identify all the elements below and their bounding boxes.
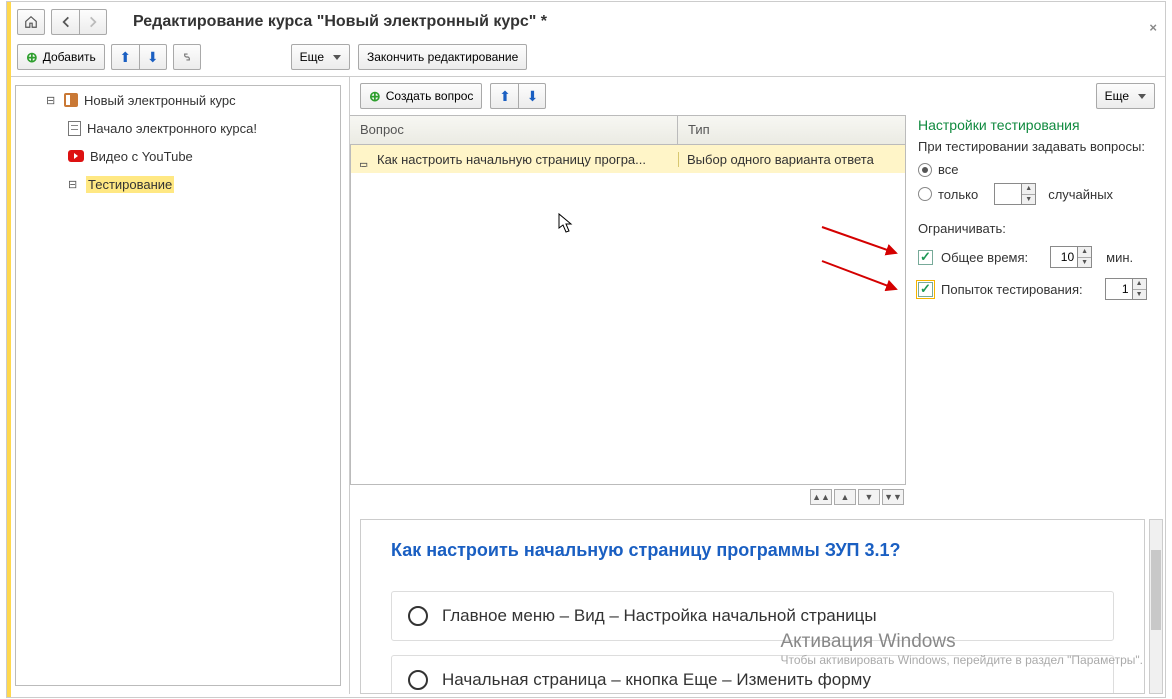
radio-icon (408, 606, 428, 626)
radio-all[interactable] (918, 163, 932, 177)
youtube-icon (68, 150, 84, 162)
question-down-button[interactable]: ⬇ (518, 83, 546, 109)
move-down-button[interactable]: ⬇ (139, 44, 167, 70)
collapse-icon[interactable]: ⊟ (46, 94, 58, 107)
close-button[interactable]: × (1149, 20, 1157, 35)
question-preview: Как настроить начальную страницу програм… (360, 519, 1145, 694)
right-more-button[interactable]: Еще (1096, 83, 1155, 109)
tree-item-testing[interactable]: ⊟ Тестирование (16, 170, 340, 198)
min-suffix: мин. (1106, 250, 1133, 265)
chk-attempts[interactable]: ✓ (918, 282, 933, 297)
total-time-input[interactable] (1050, 246, 1078, 268)
home-icon (24, 15, 38, 29)
chk-total-time[interactable]: ✓ (918, 250, 933, 265)
arrow-down-icon: ⬇ (147, 49, 159, 66)
collapse-icon[interactable]: ⊟ (68, 178, 80, 191)
arrow-down-icon: ⬇ (527, 88, 539, 105)
create-question-label: Создать вопрос (386, 89, 474, 103)
home-button[interactable] (17, 9, 45, 35)
tree-root-label: Новый электронный курс (84, 93, 236, 108)
tree-item-label: Тестирование (86, 176, 174, 193)
col-type[interactable]: Тип (678, 116, 906, 144)
total-time-spinner[interactable]: ▲▼ (1078, 246, 1092, 268)
preview-option-label: Начальная страница – кнопка Еще – Измени… (442, 670, 871, 690)
arrow-left-icon (59, 15, 73, 29)
settings-heading: Настройки тестирования (918, 117, 1157, 133)
tree-item-youtube[interactable]: Видео с YouTube (16, 142, 340, 170)
link-icon (180, 50, 194, 64)
right-more-label: Еще (1105, 89, 1129, 103)
tree-root[interactable]: ⊟ Новый электронный курс (16, 86, 340, 114)
question-row[interactable]: ⊟ Как настроить начальную страницу програ… (351, 145, 905, 173)
attempts-spinner[interactable]: ▲▼ (1133, 278, 1147, 300)
settings-subtitle: При тестировании задавать вопросы: (918, 139, 1157, 154)
random-suffix: случайных (1048, 187, 1113, 202)
preview-option-2[interactable]: Начальная страница – кнопка Еще – Измени… (391, 655, 1114, 694)
add-button[interactable]: ⊕ Добавить (17, 44, 105, 70)
question-up-button[interactable]: ⬆ (490, 83, 518, 109)
type-cell: Выбор одного варианта ответа (679, 152, 905, 167)
plus-icon: ⊕ (369, 89, 381, 103)
preview-question: Как настроить начальную страницу програм… (391, 540, 1114, 561)
left-more-label: Еще (300, 50, 324, 64)
page-icon (68, 121, 81, 136)
add-label: Добавить (43, 50, 96, 64)
attempts-input[interactable] (1105, 278, 1133, 300)
collapse-icon[interactable]: ⊟ (359, 160, 371, 167)
move-up-button[interactable]: ⬆ (111, 44, 139, 70)
question-cell: Как настроить начальную страницу програ.… (377, 152, 646, 167)
tree-item-label: Видео с YouTube (90, 149, 193, 164)
questions-grid[interactable]: ⊟ Как настроить начальную страницу програ… (350, 145, 906, 485)
back-button[interactable] (51, 9, 79, 35)
attempts-label: Попыток тестирования: (941, 282, 1083, 297)
radio-all-label: все (938, 162, 959, 177)
link-button[interactable] (173, 44, 201, 70)
forward-button[interactable] (79, 9, 107, 35)
scroll-down-button[interactable]: ▼ (858, 489, 880, 505)
random-count-spinner[interactable]: ▲▼ (1022, 183, 1036, 205)
plus-icon: ⊕ (26, 50, 38, 64)
col-question[interactable]: Вопрос (350, 116, 678, 144)
left-more-button[interactable]: Еще (291, 44, 350, 70)
book-icon (64, 93, 78, 107)
radio-only[interactable] (918, 187, 932, 201)
tree-item-label: Начало электронного курса! (87, 121, 257, 136)
arrow-up-icon: ⬆ (119, 49, 131, 66)
preview-option-label: Главное меню – Вид – Настройка начальной… (442, 606, 877, 626)
radio-only-label: только (938, 187, 978, 202)
preview-scrollbar[interactable] (1149, 519, 1163, 694)
arrow-up-icon: ⬆ (499, 88, 511, 105)
tree-item-start[interactable]: Начало электронного курса! (16, 114, 340, 142)
create-question-button[interactable]: ⊕ Создать вопрос (360, 83, 482, 109)
random-count-input[interactable] (994, 183, 1022, 205)
course-tree[interactable]: ⊟ Новый электронный курс Начало электрон… (15, 85, 341, 686)
radio-icon (408, 670, 428, 690)
arrow-right-icon (86, 15, 100, 29)
limit-label: Ограничивать: (918, 221, 1157, 236)
total-time-label: Общее время: (941, 250, 1028, 265)
finish-editing-label: Закончить редактирование (367, 50, 518, 64)
scroll-end-button[interactable]: ▼▼ (882, 489, 904, 505)
scroll-up-button[interactable]: ▲ (834, 489, 856, 505)
finish-editing-button[interactable]: Закончить редактирование (358, 44, 527, 70)
page-title: Редактирование курса "Новый электронный … (133, 13, 1155, 31)
preview-option-1[interactable]: Главное меню – Вид – Настройка начальной… (391, 591, 1114, 641)
scroll-home-button[interactable]: ▲▲ (810, 489, 832, 505)
